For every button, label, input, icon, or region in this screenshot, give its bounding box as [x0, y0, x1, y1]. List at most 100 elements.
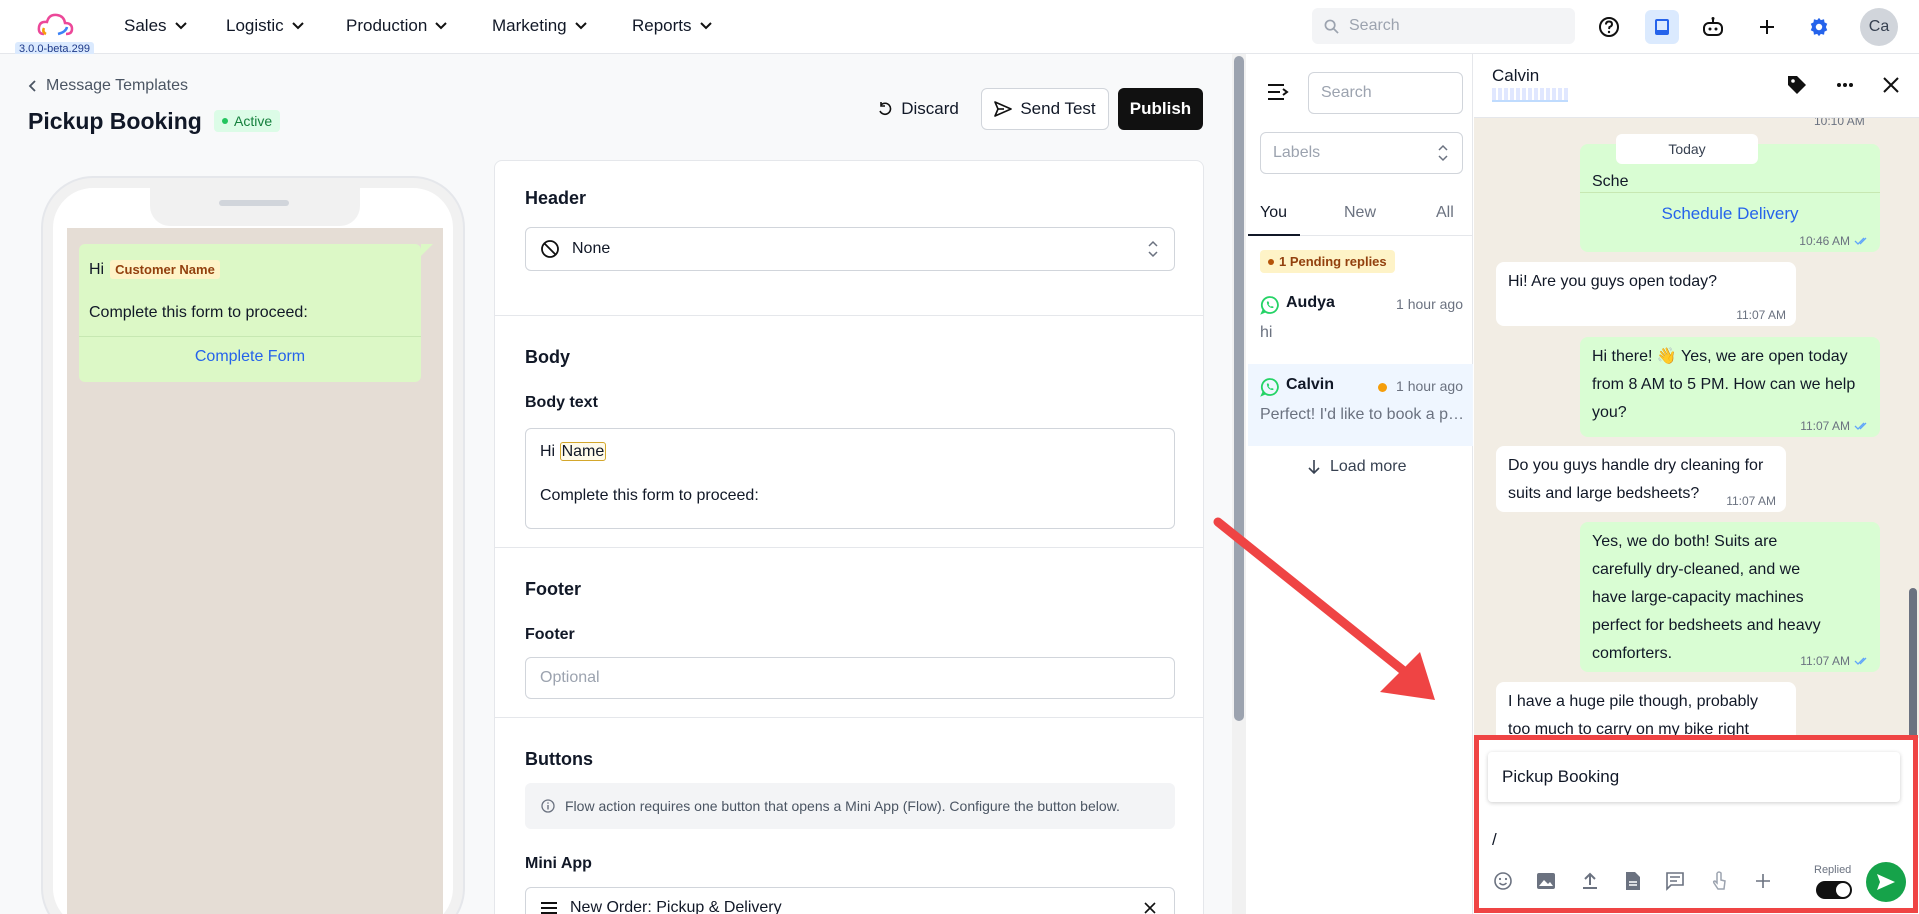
chevron-down-icon	[574, 22, 587, 30]
nav-production[interactable]: Production	[346, 16, 447, 36]
chat-header: Calvin	[1474, 54, 1919, 118]
nav-sales[interactable]: Sales	[124, 16, 187, 36]
discard-button[interactable]: Discard	[868, 88, 968, 130]
user-avatar[interactable]: Ca	[1860, 8, 1898, 46]
inbox-panel-icon[interactable]	[1645, 10, 1679, 44]
conversation-list: Search Labels You New All 1 Pending repl…	[1248, 54, 1473, 914]
send-icon	[994, 101, 1013, 117]
mini-app-label: Mini App	[525, 855, 592, 872]
nav-logistic[interactable]: Logistic	[226, 16, 304, 36]
chevron-down-icon	[699, 22, 712, 30]
conversation-tabs: You New All	[1248, 194, 1473, 236]
image-icon[interactable]	[1533, 868, 1559, 894]
conversation-preview: hi	[1260, 324, 1273, 341]
info-icon	[541, 799, 555, 813]
status-dot	[222, 118, 228, 124]
chat-template-icon[interactable]	[1662, 868, 1688, 894]
chevron-down-icon	[435, 22, 447, 30]
ban-icon	[541, 240, 559, 258]
send-test-button[interactable]: Send Test	[981, 88, 1109, 130]
template-editor: Message Templates Pickup Booking Active …	[0, 54, 1232, 914]
tag-icon[interactable]	[1786, 74, 1808, 96]
template-suggestion-item[interactable]: Pickup Booking	[1488, 752, 1900, 802]
emoji-icon[interactable]	[1490, 868, 1516, 894]
help-icon[interactable]	[1594, 12, 1624, 42]
collapse-menu-icon[interactable]	[1266, 82, 1290, 102]
status-badge: Active	[214, 110, 281, 132]
send-button[interactable]	[1866, 862, 1906, 902]
phone-notch	[150, 186, 360, 226]
nav-marketing[interactable]: Marketing	[492, 16, 587, 36]
bot-icon[interactable]	[1698, 12, 1728, 42]
list-icon	[541, 902, 557, 914]
more-icon[interactable]	[1836, 82, 1854, 88]
chat-message-outgoing: Yes, we do both! Suits are carefully dry…	[1580, 522, 1880, 672]
chevron-down-icon	[291, 22, 304, 30]
mini-app-select[interactable]: New Order: Pickup & Delivery	[525, 887, 1175, 914]
chat-contact-name: Calvin	[1492, 66, 1540, 85]
undo-icon	[879, 102, 892, 116]
nav-reports[interactable]: Reports	[632, 16, 712, 36]
preview-greeting: Hi	[89, 260, 105, 278]
conversation-preview: Perfect! I'd like to book a pickup	[1260, 406, 1465, 423]
redacted-phone	[1492, 88, 1568, 102]
double-check-icon	[1854, 237, 1867, 245]
load-more-button[interactable]: Load more	[1308, 458, 1407, 476]
template-form: Header None Body Body text Hi Name Compl…	[494, 160, 1204, 914]
page-title: Pickup Booking	[28, 108, 202, 134]
upload-icon[interactable]	[1577, 868, 1603, 894]
preview-body: Complete this form to proceed:	[89, 304, 308, 321]
add-icon[interactable]	[1750, 868, 1776, 894]
flow-info-box: Flow action requires one button that ope…	[525, 783, 1175, 829]
composer-input[interactable]: /	[1492, 830, 1497, 850]
chat-message-incoming: Hi! Are you guys open today? 11:07 AM	[1496, 262, 1796, 326]
tab-all[interactable]: All	[1436, 204, 1454, 222]
tab-new[interactable]: New	[1344, 204, 1376, 222]
plus-icon[interactable]	[1752, 12, 1782, 42]
clear-icon[interactable]	[1144, 902, 1156, 914]
chat-message-incoming: Do you guys handle dry cleaning for suit…	[1496, 446, 1786, 512]
whatsapp-icon	[1260, 378, 1279, 397]
conversation-item[interactable]: Audya 1 hour ago hi	[1248, 282, 1473, 364]
unread-dot	[1378, 383, 1387, 392]
conversation-search-input[interactable]: Search	[1308, 72, 1463, 114]
global-search-input[interactable]: Search	[1312, 8, 1575, 44]
chevron-left-icon	[28, 80, 36, 92]
conversation-name: Audya	[1286, 294, 1335, 311]
chevron-updown-icon	[1438, 144, 1448, 162]
header-type-select[interactable]: None	[525, 227, 1175, 271]
message-composer: Pickup Booking / Replied	[1474, 738, 1919, 914]
buttons-section-title: Buttons	[525, 749, 593, 769]
conversation-name: Calvin	[1286, 376, 1335, 393]
cloud-logo-icon	[37, 13, 74, 36]
phone-screen: Hi Customer Name Complete this form to p…	[67, 228, 443, 914]
conversation-item-active[interactable]: Calvin 1 hour ago Perfect! I'd like to b…	[1248, 364, 1473, 446]
editor-scrollbar[interactable]	[1232, 54, 1246, 914]
body-section-title: Body	[525, 347, 570, 367]
pending-replies-badge[interactable]: 1 Pending replies	[1260, 250, 1395, 273]
gear-icon[interactable]	[1804, 12, 1834, 42]
publish-button[interactable]: Publish	[1118, 88, 1203, 130]
interactive-icon[interactable]	[1706, 868, 1732, 894]
back-to-templates-link[interactable]: Message Templates	[28, 77, 188, 95]
preview-message-bubble: Hi Customer Name Complete this form to p…	[79, 244, 433, 382]
search-icon	[1324, 19, 1339, 34]
schedule-delivery-button[interactable]: Schedule Delivery	[1580, 200, 1880, 228]
preview-cta-button[interactable]: Complete Form	[79, 348, 421, 366]
document-icon[interactable]	[1620, 868, 1646, 894]
arrow-down-icon	[1308, 460, 1320, 475]
header-section-title: Header	[525, 188, 587, 208]
footer-input[interactable]: Optional	[525, 657, 1175, 699]
replied-label: Replied	[1814, 864, 1852, 876]
body-variable-chip[interactable]: Name	[559, 442, 607, 461]
top-navigation: 3.0.0-beta.299 Sales Logistic Production…	[0, 0, 1919, 56]
app-logo[interactable]: 3.0.0-beta.299	[8, 8, 96, 56]
body-text-label: Body text	[525, 394, 598, 411]
labels-select[interactable]: Labels	[1260, 132, 1463, 174]
conversation-time: 1 hour ago	[1396, 296, 1463, 312]
tab-you[interactable]: You	[1260, 204, 1287, 222]
chat-panel: 10:10 AM Sche Schedule Delivery 10:46 AM…	[1474, 54, 1919, 914]
close-icon[interactable]	[1882, 76, 1900, 94]
replied-toggle[interactable]	[1816, 881, 1852, 899]
body-text-input[interactable]: Hi Name Complete this form to proceed:	[525, 428, 1175, 529]
